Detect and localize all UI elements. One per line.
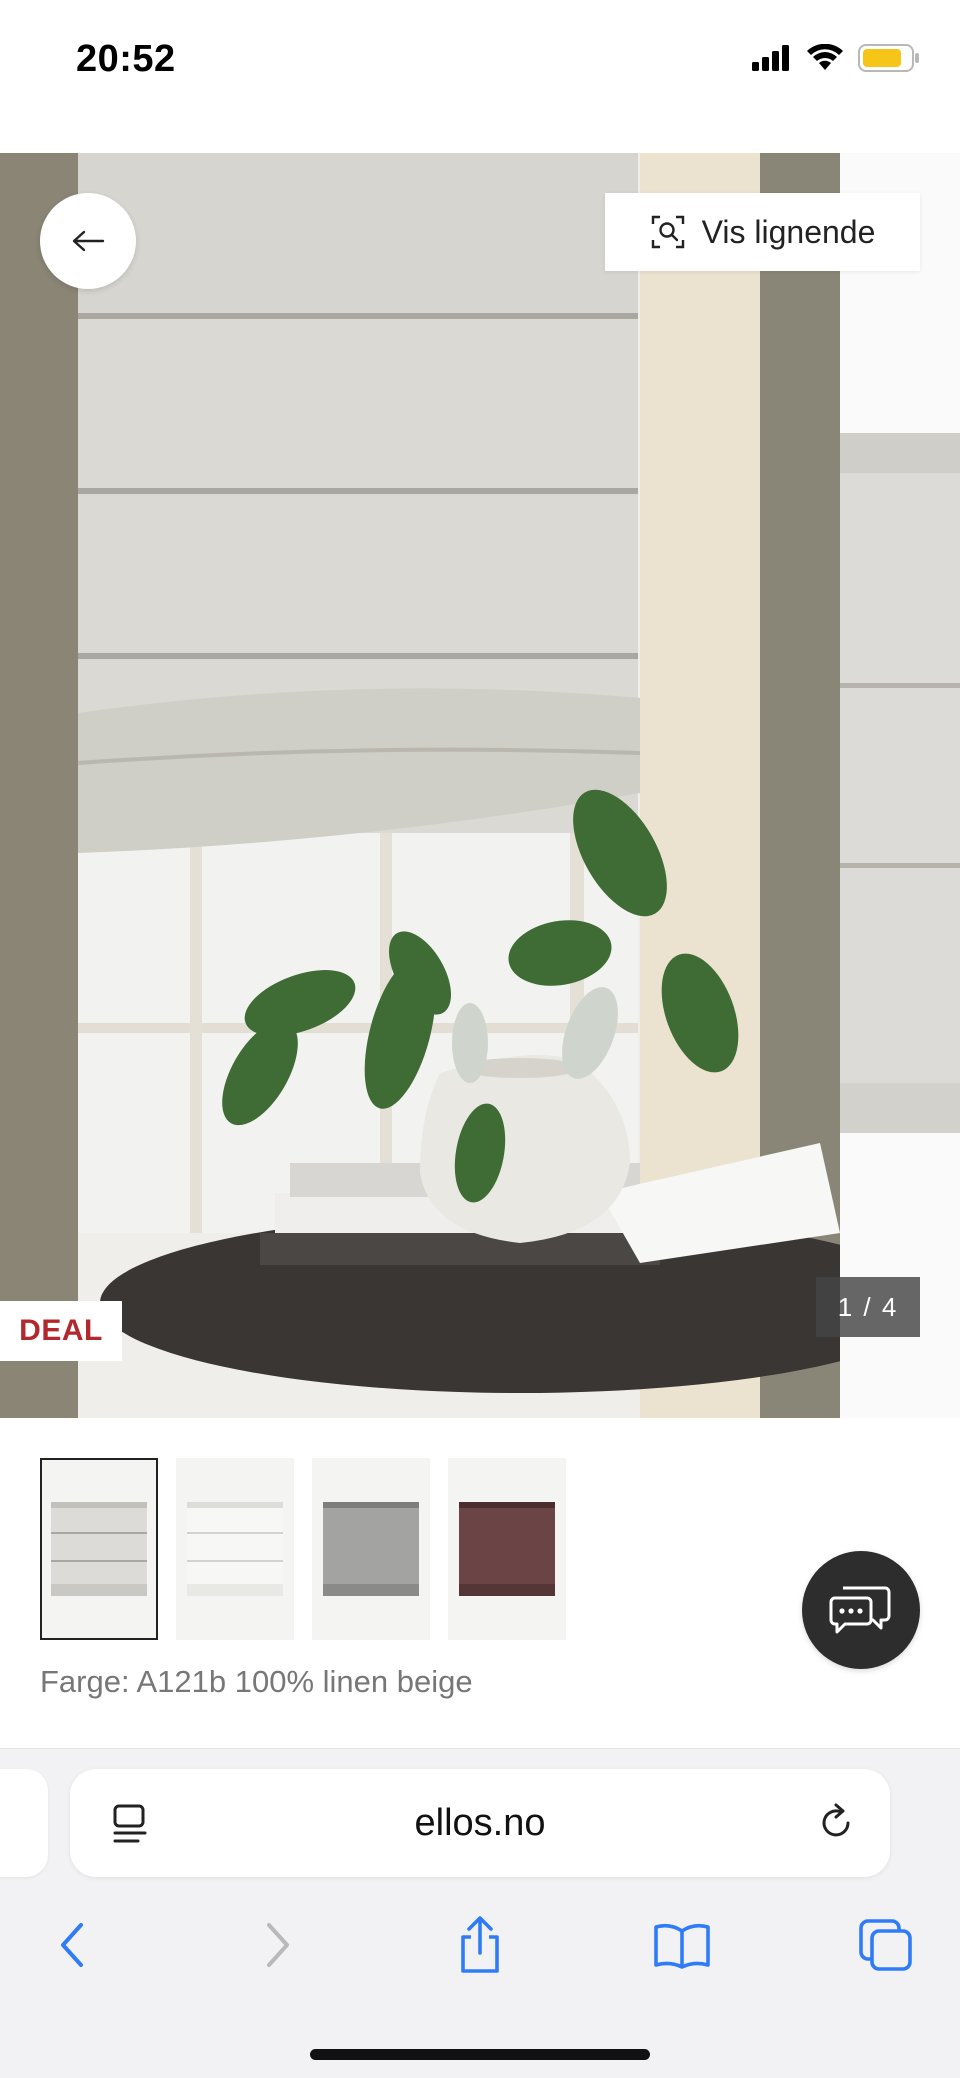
thumbnail-4[interactable] bbox=[448, 1458, 566, 1640]
color-variant-thumbnails bbox=[40, 1458, 566, 1640]
wifi-icon bbox=[807, 44, 843, 70]
cellular-signal-icon bbox=[752, 45, 789, 71]
thumbnail-2-image bbox=[187, 1502, 283, 1596]
bookmarks-icon bbox=[654, 1923, 710, 1969]
thumbnail-2[interactable] bbox=[176, 1458, 294, 1640]
thumbnail-1[interactable] bbox=[40, 1458, 158, 1640]
show-similar-button[interactable]: Vis lignende bbox=[605, 193, 920, 271]
show-similar-label: Vis lignende bbox=[701, 213, 876, 250]
chat-bubble-icon bbox=[829, 1586, 891, 1634]
browser-toolbar bbox=[0, 1905, 960, 1985]
status-icons bbox=[752, 44, 920, 72]
home-indicator bbox=[310, 2049, 650, 2060]
address-bar[interactable]: ellos.no bbox=[70, 1769, 890, 1877]
back-button[interactable] bbox=[40, 193, 136, 289]
visual-search-icon bbox=[651, 215, 684, 249]
deal-badge: DEAL bbox=[0, 1301, 122, 1361]
tabs-button[interactable] bbox=[846, 1905, 926, 1985]
share-icon bbox=[461, 1916, 499, 1973]
arrow-left-icon bbox=[72, 230, 105, 252]
image-counter: 1 / 4 bbox=[816, 1277, 920, 1337]
battery-icon bbox=[858, 44, 919, 72]
tabs-icon bbox=[859, 1919, 912, 1971]
thumbnail-3[interactable] bbox=[312, 1458, 430, 1640]
thumbnail-3-image bbox=[323, 1502, 419, 1596]
url-text: ellos.no bbox=[414, 1802, 546, 1844]
bookmarks-button[interactable] bbox=[642, 1905, 722, 1985]
chat-button[interactable] bbox=[802, 1551, 920, 1669]
forward-icon bbox=[267, 1923, 289, 1967]
status-time: 20:52 bbox=[76, 38, 176, 80]
selected-color-label: Farge: A121b 100% linen beige bbox=[40, 1664, 473, 1699]
browser-back-button[interactable] bbox=[32, 1905, 112, 1985]
status-bar: 20:52 bbox=[0, 0, 960, 130]
back-icon bbox=[61, 1923, 83, 1967]
thumbnail-1-image bbox=[51, 1502, 147, 1596]
previous-tab-peek[interactable] bbox=[0, 1769, 48, 1877]
share-button[interactable] bbox=[440, 1905, 520, 1985]
next-product-image[interactable] bbox=[840, 153, 960, 1418]
reload-icon[interactable] bbox=[814, 1801, 858, 1845]
product-image-roman-blind[interactable] bbox=[0, 153, 840, 1418]
browser-forward-button[interactable] bbox=[238, 1905, 318, 1985]
thumbnail-4-image bbox=[459, 1502, 555, 1596]
product-image-gallery[interactable]: Vis lignende DEAL 1 / 4 bbox=[0, 153, 960, 1418]
browser-bottom-bar: ellos.no bbox=[0, 1749, 960, 2078]
